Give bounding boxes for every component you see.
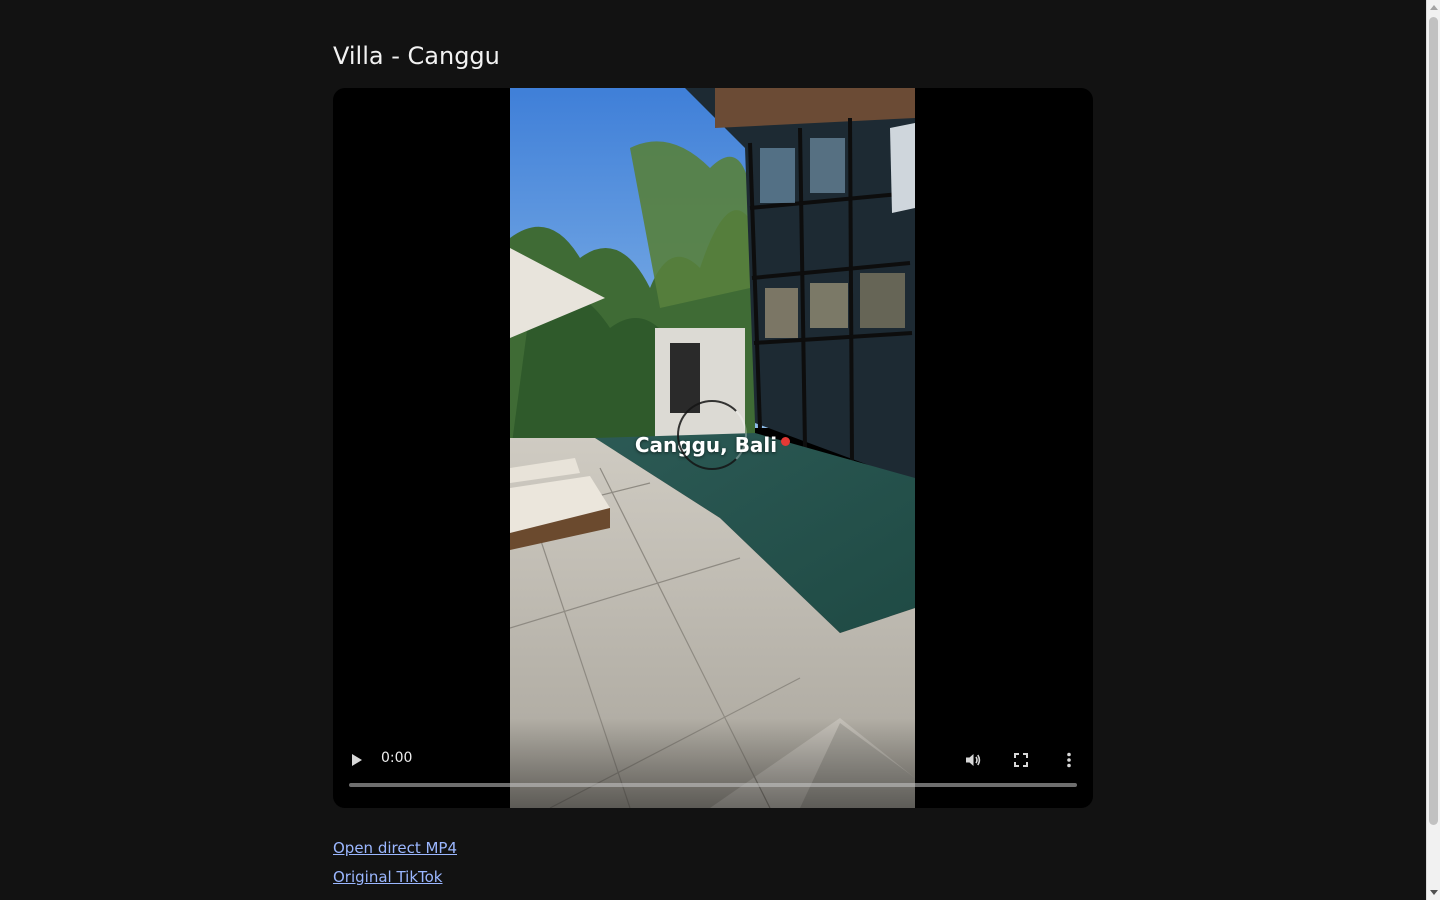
open-direct-mp4-link[interactable]: Open direct MP4	[333, 834, 457, 863]
video-frame[interactable]: Canggu, Bali	[510, 88, 915, 808]
play-icon[interactable]	[352, 754, 362, 766]
page-scrollbar[interactable]	[1426, 0, 1440, 900]
loading-spinner-icon	[677, 400, 747, 470]
fullscreen-icon[interactable]	[1012, 751, 1030, 769]
more-vertical-icon[interactable]	[1060, 751, 1078, 769]
page-title: Villa - Canggu	[333, 42, 500, 70]
links-list: Open direct MP4 Original TikTok	[333, 834, 457, 892]
scroll-up-arrow-icon[interactable]	[1430, 5, 1438, 10]
current-time: 0:00	[381, 750, 413, 766]
original-tiktok-link[interactable]: Original TikTok	[333, 863, 457, 892]
volume-icon[interactable]	[964, 751, 982, 769]
scroll-down-arrow-icon[interactable]	[1430, 890, 1438, 895]
video-progress-bar[interactable]	[349, 783, 1077, 787]
scrollbar-thumb[interactable]	[1429, 17, 1438, 825]
video-player[interactable]: Canggu, Bali 0:00	[333, 88, 1093, 808]
location-pin-icon	[781, 437, 791, 446]
page: Villa - Canggu Canggu, Bali 0:00 Open di…	[0, 0, 1440, 900]
